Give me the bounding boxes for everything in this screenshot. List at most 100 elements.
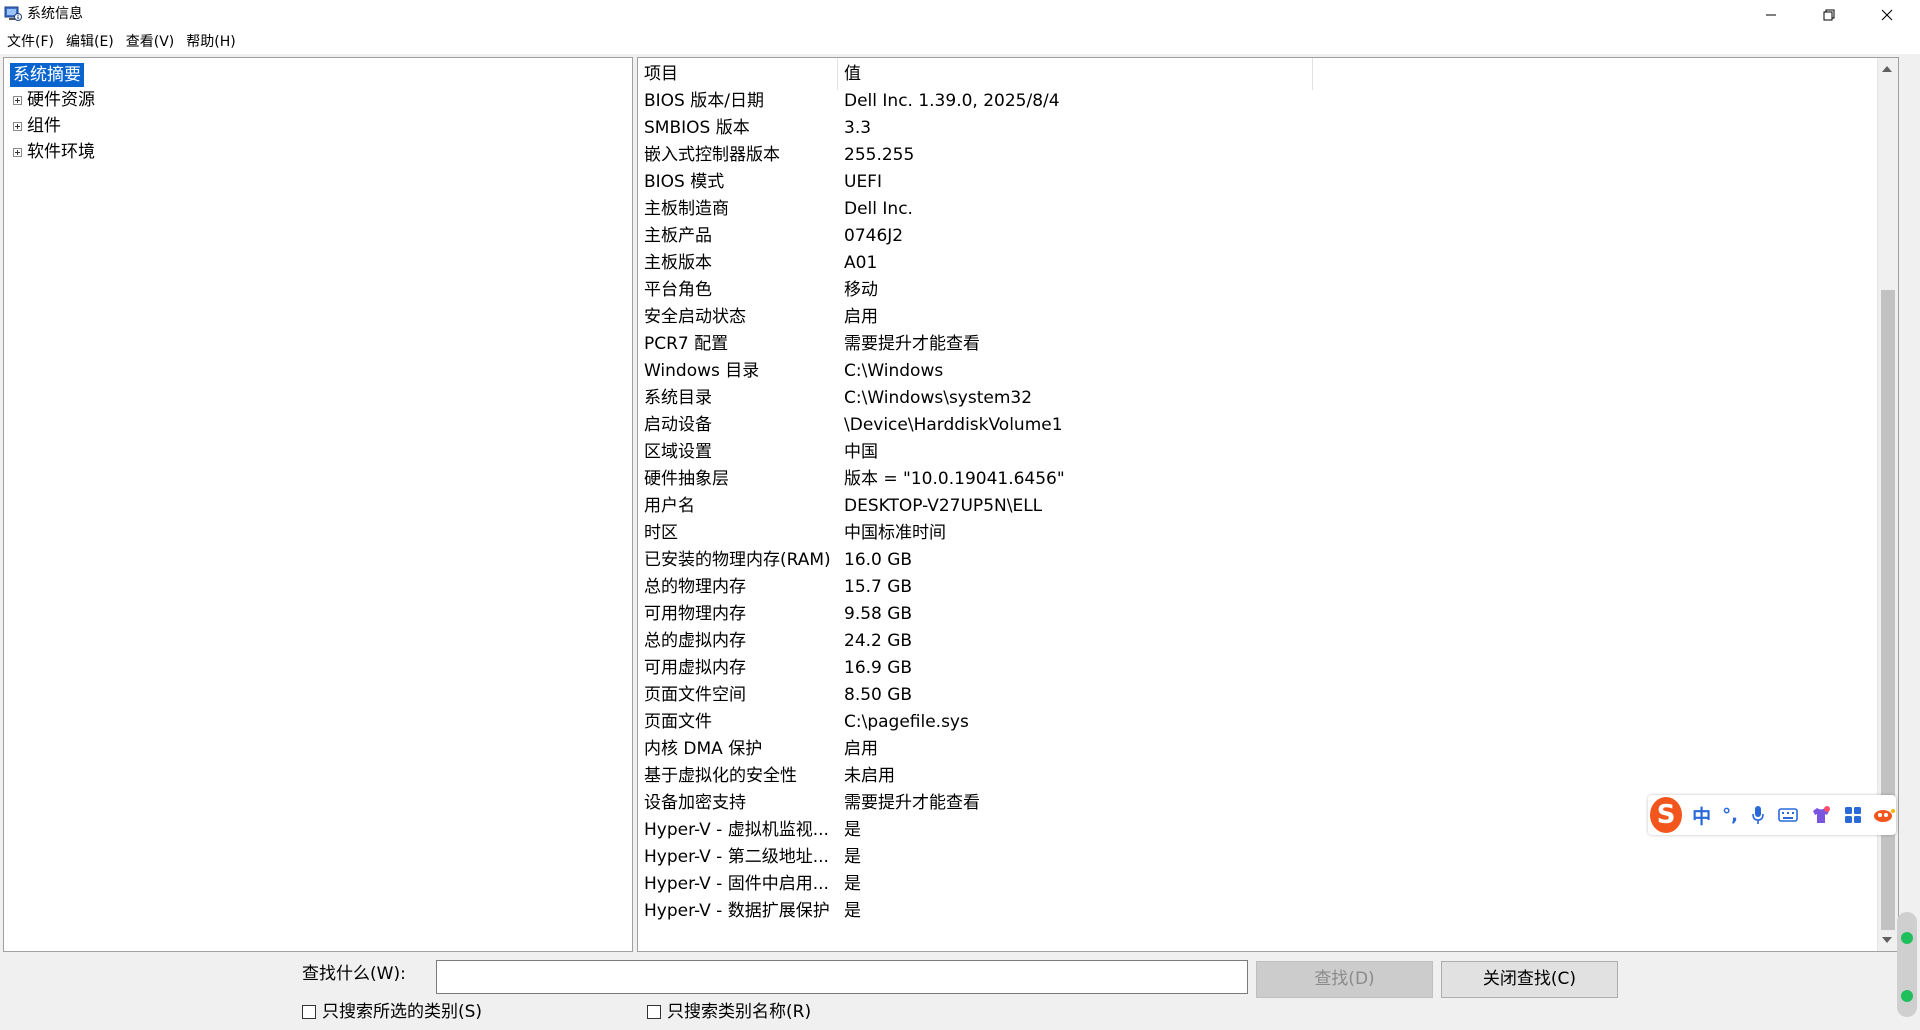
table-row[interactable]: 区域设置 中国 (638, 439, 1878, 466)
search-input[interactable] (436, 960, 1248, 994)
ime-toolbar[interactable]: S 中 °, (1648, 795, 1896, 835)
title-bar: 系统信息 (0, 0, 1920, 30)
tree-item-label: 硬件资源 (27, 90, 95, 110)
table-row[interactable]: 硬件抽象层 版本 = "10.0.19041.6456" (638, 466, 1878, 493)
table-row[interactable]: Windows 目录 C:\Windows (638, 358, 1878, 385)
row-item-cell: 主板产品 (644, 226, 712, 246)
table-row[interactable]: 总的虚拟内存 24.2 GB (638, 628, 1878, 655)
row-value-cell: 0746J2 (844, 226, 904, 246)
row-value-cell: 24.2 GB (844, 631, 913, 651)
menu-file[interactable]: 文件(F) (0, 30, 60, 54)
menu-edit[interactable]: 编辑(E) (60, 30, 120, 54)
row-value-cell: 3.3 (844, 118, 872, 138)
row-item-cell: 启动设备 (644, 415, 712, 435)
table-row[interactable]: 总的物理内存 15.7 GB (638, 574, 1878, 601)
table-row[interactable]: 页面文件 C:\pagefile.sys (638, 709, 1878, 736)
close-window-button[interactable] (1858, 0, 1916, 30)
tree-item-components[interactable]: 组件 (13, 115, 61, 138)
search-label: 查找什么(W): (302, 964, 406, 984)
microphone-icon[interactable] (1751, 805, 1765, 825)
table-row[interactable]: 安全启动状态 启用 (638, 304, 1878, 331)
table-row[interactable]: 内核 DMA 保护 启用 (638, 736, 1878, 763)
tree-item-label: 组件 (27, 116, 61, 136)
column-header-value[interactable]: 值 (838, 58, 1313, 90)
table-row[interactable]: Hyper-V - 第二级地址... 是 (638, 844, 1878, 871)
search-selected-category-option[interactable]: 只搜索所选的类别(S) (302, 1000, 482, 1024)
close-find-button[interactable]: 关闭查找(C) (1441, 961, 1618, 998)
table-row[interactable]: BIOS 版本/日期 Dell Inc. 1.39.0, 2025/8/4 (638, 88, 1878, 115)
table-row[interactable]: PCR7 配置 需要提升才能查看 (638, 331, 1878, 358)
ime-mascot-icon[interactable] (1872, 807, 1896, 823)
toolbox-grid-icon[interactable] (1844, 806, 1862, 824)
table-row[interactable]: 页面文件空间 8.50 GB (638, 682, 1878, 709)
search-selected-category-checkbox[interactable] (302, 1005, 316, 1019)
tree-item-software-environment[interactable]: 软件环境 (13, 141, 95, 164)
row-value-cell: A01 (844, 253, 878, 273)
ime-mode-toggle[interactable]: 中 (1692, 802, 1711, 829)
ime-punctuation-toggle[interactable]: °, (1722, 805, 1738, 826)
category-tree[interactable]: 系统摘要 硬件资源 组件 软件环境 (3, 57, 633, 952)
row-item-cell: PCR7 配置 (644, 334, 729, 354)
row-item-cell: 用户名 (644, 496, 695, 516)
scroll-down-arrow-icon[interactable] (1882, 937, 1892, 943)
minimize-button[interactable] (1742, 0, 1800, 30)
expand-plus-icon[interactable] (13, 148, 22, 157)
minimize-icon (1766, 14, 1776, 16)
menu-help[interactable]: 帮助(H) (180, 30, 241, 54)
table-row[interactable]: 主板版本 A01 (638, 250, 1878, 277)
window-title: 系统信息 (27, 6, 83, 22)
list-header: 项目 值 (638, 58, 1313, 90)
system-info-app-icon (4, 6, 22, 22)
row-item-cell: 主板制造商 (644, 199, 729, 219)
table-row[interactable]: 用户名 DESKTOP-V27UP5N\ELL (638, 493, 1878, 520)
search-category-names-checkbox[interactable] (647, 1005, 661, 1019)
scroll-up-arrow-icon[interactable] (1882, 66, 1892, 72)
table-row[interactable]: 可用物理内存 9.58 GB (638, 601, 1878, 628)
table-row[interactable]: 主板制造商 Dell Inc. (638, 196, 1878, 223)
row-item-cell: Hyper-V - 数据扩展保护 (644, 901, 830, 921)
table-row[interactable]: 启动设备 \Device\HarddiskVolume1 (638, 412, 1878, 439)
table-row[interactable]: 时区 中国标准时间 (638, 520, 1878, 547)
menu-view[interactable]: 查看(V) (120, 30, 181, 54)
table-row[interactable]: 已安装的物理内存(RAM) 16.0 GB (638, 547, 1878, 574)
sogou-logo-icon[interactable]: S (1650, 797, 1683, 833)
table-row[interactable]: 平台角色 移动 (638, 277, 1878, 304)
row-value-cell: 9.58 GB (844, 604, 913, 624)
row-item-cell: 基于虚拟化的安全性 (644, 766, 797, 786)
keyboard-icon[interactable] (1778, 807, 1798, 823)
find-button[interactable]: 查找(D) (1256, 961, 1433, 998)
row-item-cell: 设备加密支持 (644, 793, 746, 813)
ime-side-widget[interactable] (1897, 912, 1917, 1017)
row-value-cell: C:\pagefile.sys (844, 712, 969, 732)
table-row[interactable]: 系统目录 C:\Windows\system32 (638, 385, 1878, 412)
row-item-cell: 安全启动状态 (644, 307, 746, 327)
tree-item-label: 软件环境 (27, 142, 95, 162)
table-row[interactable]: 基于虚拟化的安全性 未启用 (638, 763, 1878, 790)
table-row[interactable]: BIOS 模式 UEFI (638, 169, 1878, 196)
restore-button[interactable] (1800, 0, 1858, 30)
row-value-cell: 16.0 GB (844, 550, 913, 570)
search-category-names-option[interactable]: 只搜索类别名称(R) (647, 1000, 811, 1024)
row-item-cell: 内核 DMA 保护 (644, 739, 763, 759)
table-row[interactable]: 可用虚拟内存 16.9 GB (638, 655, 1878, 682)
row-value-cell: C:\Windows\system32 (844, 388, 1033, 408)
row-item-cell: Windows 目录 (644, 361, 760, 381)
row-value-cell: \Device\HarddiskVolume1 (844, 415, 1063, 435)
row-value-cell: 中国 (844, 442, 878, 462)
table-row[interactable]: Hyper-V - 固件中启用... 是 (638, 871, 1878, 898)
row-item-cell: BIOS 版本/日期 (644, 91, 764, 111)
row-item-cell: Hyper-V - 虚拟机监视... (644, 820, 829, 840)
column-header-item[interactable]: 项目 (638, 58, 838, 90)
table-row[interactable]: 嵌入式控制器版本 255.255 (638, 142, 1878, 169)
expand-plus-icon[interactable] (13, 96, 22, 105)
status-dot-icon (1901, 932, 1913, 944)
table-row[interactable]: Hyper-V - 数据扩展保护是 (638, 898, 1878, 925)
row-item-cell: 嵌入式控制器版本 (644, 145, 780, 165)
expand-plus-icon[interactable] (13, 122, 22, 131)
tree-item-hardware-resources[interactable]: 硬件资源 (13, 89, 95, 112)
table-row[interactable]: SMBIOS 版本 3.3 (638, 115, 1878, 142)
tree-item-system-summary[interactable]: 系统摘要 (10, 63, 84, 87)
skin-shirt-icon[interactable] (1811, 806, 1831, 824)
row-item-cell: 总的物理内存 (644, 577, 746, 597)
table-row[interactable]: 主板产品 0746J2 (638, 223, 1878, 250)
